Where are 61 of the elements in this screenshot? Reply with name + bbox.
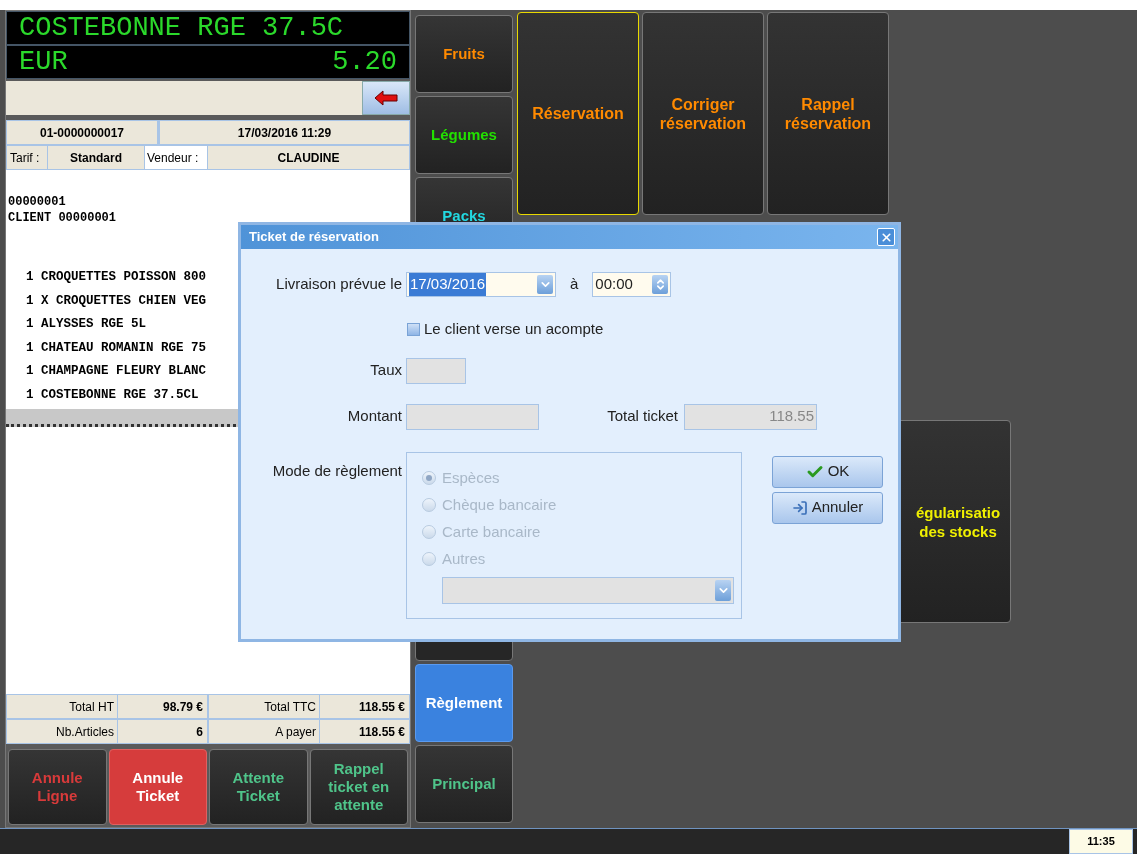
receipt-header-line: CLIENT 00000001 xyxy=(7,210,117,226)
date-field[interactable]: 17/03/2016 xyxy=(406,272,556,297)
tarif-value: Standard xyxy=(48,146,144,169)
clock: 11:35 xyxy=(1069,829,1133,854)
radio-label: Chèque bancaire xyxy=(442,494,557,515)
total-value: 6 xyxy=(118,720,207,743)
deposit-label: Le client verse un acompte xyxy=(424,319,604,339)
amount-label: Montant xyxy=(346,406,403,427)
radio-label: Carte bancaire xyxy=(442,521,541,542)
total-value: 98.79 € xyxy=(118,695,207,718)
close-button[interactable] xyxy=(877,228,895,246)
ticket-action-button[interactable]: Rappel ticket en attente xyxy=(309,749,408,825)
ticket-datetime: 17/03/2016 11:29 xyxy=(160,121,409,144)
dialog-title: Ticket de réservation xyxy=(249,228,379,247)
action-button[interactable]: Corriger réservation xyxy=(642,12,764,215)
total-label: Total HT xyxy=(7,695,117,718)
ticket-number: 01-0000000017 xyxy=(7,121,157,144)
at-label: à xyxy=(570,274,579,295)
receipt-line: 1 ALYSSES RGE 5L xyxy=(25,316,147,333)
currency-display: EUR xyxy=(19,45,68,79)
ticket-action-button[interactable]: Attente Ticket xyxy=(209,749,308,825)
delivery-label: Livraison prévue le xyxy=(275,274,403,295)
receipt-line: 1 CHAMPAGNE FLEURY BLANC xyxy=(25,363,207,380)
total-ticket-field: 118.55 xyxy=(684,403,817,430)
category-button[interactable]: Principal xyxy=(415,745,513,823)
total-value: 118.55 € xyxy=(320,695,409,718)
deposit-checkbox[interactable] xyxy=(407,322,420,336)
action-button[interactable]: Réservation xyxy=(517,12,639,215)
ticket-action-button[interactable]: Annule Ticket xyxy=(108,749,207,825)
receipt-line: 1 X CROQUETTES CHIEN VEG xyxy=(25,292,207,310)
product-display: COSTEBONNE RGE 37.5C xyxy=(19,11,344,45)
arrow-left-icon xyxy=(374,90,398,106)
amount-display: 5.20 xyxy=(332,45,397,79)
receipt-header-line: 00000001 xyxy=(7,194,66,210)
payment-mode-label: Mode de règlement xyxy=(271,460,403,481)
ok-button[interactable]: OK xyxy=(772,455,883,488)
back-button[interactable] xyxy=(362,81,410,115)
amount-field[interactable] xyxy=(406,403,539,430)
exit-icon xyxy=(791,499,808,516)
receipt-line: 1 CROQUETTES POISSON 800 xyxy=(25,269,207,286)
radio-label: Autres xyxy=(442,548,486,569)
rate-label: Taux xyxy=(369,360,403,381)
radio-label: Espèces xyxy=(442,467,500,488)
time-field[interactable]: 00:00 xyxy=(592,272,672,297)
total-ticket-label: Total ticket xyxy=(606,406,679,427)
category-button[interactable]: Fruits xyxy=(415,15,513,93)
action-button[interactable]: Rappel réservation xyxy=(767,12,889,215)
total-value: 118.55 € xyxy=(320,720,409,743)
tarif-label: Tarif : xyxy=(7,146,47,169)
cancel-button[interactable]: Annuler xyxy=(772,491,883,524)
seller-label: Vendeur : xyxy=(145,146,207,169)
total-label: Total TTC xyxy=(209,695,319,718)
receipt-line: 1 CHATEAU ROMANIN RGE 75 xyxy=(25,339,207,357)
seller-value: CLAUDINE xyxy=(208,146,409,169)
total-label: A payer xyxy=(209,720,319,743)
total-label: Nb.Articles xyxy=(7,720,117,743)
rate-field[interactable] xyxy=(406,357,466,384)
category-button[interactable]: Règlement xyxy=(415,664,513,742)
category-button[interactable]: Légumes xyxy=(415,96,513,174)
close-icon xyxy=(879,230,893,244)
receipt-line: 1 COSTEBONNE RGE 37.5CL xyxy=(25,386,199,404)
